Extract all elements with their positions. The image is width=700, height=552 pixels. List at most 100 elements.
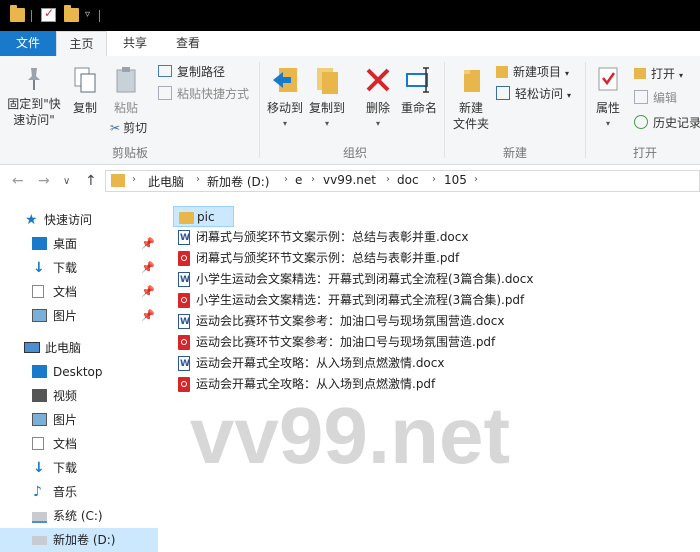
cut-button[interactable]: ✂ 剪切 xyxy=(110,119,147,137)
rename-button[interactable]: 重命名 xyxy=(398,64,440,116)
customize-dropdown-icon[interactable]: ▿ xyxy=(85,9,90,20)
file-name: 闭幕式与颁奖环节文案示例：总结与表彰并重.docx xyxy=(196,230,469,244)
nav-item-downloads[interactable]: ↓ 下载 📌 xyxy=(0,256,158,280)
nav-item-label: 新加卷 (D:) xyxy=(53,533,116,547)
properties-icon xyxy=(598,67,618,91)
open-icon xyxy=(634,68,646,79)
copy-to-dropdown-icon: ▾ xyxy=(324,119,329,128)
nav-item-label: 图片 xyxy=(53,309,78,323)
chevron-right-icon: › xyxy=(132,174,136,185)
pin-label: 固定到"快 xyxy=(7,97,61,111)
open-button[interactable]: 打开 ▾ xyxy=(634,65,683,83)
file-name: 小学生运动会文案精选：开幕式到闭幕式全流程(3篇合集).pdf xyxy=(196,293,525,307)
nav-item-drive-c[interactable]: 系统 (C:) xyxy=(0,504,158,528)
pin-icon: 📌 xyxy=(141,237,155,250)
clipboard-group-label: 剪贴板 xyxy=(111,146,148,160)
breadcrumb-drive-d[interactable]: 新加卷 (D:) xyxy=(207,173,269,190)
easy-access-button[interactable]: 轻松访问 ▾ xyxy=(496,85,571,103)
nav-item-label: 下载 xyxy=(53,261,78,275)
new-item-dropdown-icon: ▾ xyxy=(565,69,570,78)
navigation-pane: ★ 快速访问 桌面 📌 ↓ 下载 📌 文档 📌 图片 📌 此电脑 Desktop… xyxy=(0,198,158,552)
properties-button[interactable]: 属性 ▾ xyxy=(590,64,626,132)
nav-item-label: 桌面 xyxy=(53,237,78,251)
tab-view[interactable]: 查看 xyxy=(163,31,213,56)
delete-dropdown-icon: ▾ xyxy=(375,119,380,128)
copy-to-button[interactable]: 复制到 ▾ xyxy=(306,64,348,132)
pdf-icon xyxy=(178,293,190,308)
copy-to-label: 复制到 xyxy=(308,101,345,115)
folder-icon xyxy=(179,212,194,224)
nav-item-desktop-pc[interactable]: Desktop xyxy=(0,360,158,384)
pin-to-quick-access-button[interactable]: 固定到"快 速访问" xyxy=(4,66,64,128)
new-folder-quick-icon[interactable] xyxy=(64,5,79,22)
paste-button[interactable]: 粘贴 xyxy=(108,66,144,116)
paste-shortcut-label: 粘贴快捷方式 xyxy=(177,87,250,101)
chevron-right-icon: › xyxy=(474,174,478,185)
download-icon: ↓ xyxy=(33,260,45,276)
tab-file[interactable]: 文件 xyxy=(0,31,56,56)
breadcrumb-this-pc[interactable]: 此电脑 xyxy=(148,173,184,190)
move-to-button[interactable]: 移动到 ▾ xyxy=(264,64,306,132)
pictures-icon xyxy=(32,309,47,322)
breadcrumb-doc[interactable]: doc xyxy=(397,173,419,187)
breadcrumb-vv99[interactable]: vv99.net xyxy=(323,173,376,187)
rename-label: 重命名 xyxy=(400,101,437,115)
tab-home[interactable]: 主页 xyxy=(56,31,107,57)
nav-item-pictures[interactable]: 图片 📌 xyxy=(0,304,158,328)
nav-item-label: 系统 (C:) xyxy=(53,509,103,523)
address-box[interactable]: › 此电脑 › 新加卷 (D:) › e › vv99.net › doc › … xyxy=(105,170,700,192)
easy-access-label: 轻松访问 xyxy=(515,87,564,101)
chevron-right-icon: › xyxy=(386,174,390,185)
recent-locations-icon[interactable]: ∨ xyxy=(63,176,70,187)
nav-quick-access-label: 快速访问 xyxy=(44,213,93,227)
nav-item-documents[interactable]: 文档 📌 xyxy=(0,280,158,304)
new-item-button[interactable]: 新建项目 ▾ xyxy=(496,63,569,81)
history-button[interactable]: 历史记录 xyxy=(634,114,700,132)
nav-item-music[interactable]: ♪ 音乐 xyxy=(0,480,158,504)
navigation-bar: ← → ∨ ↑ › 此电脑 › 新加卷 (D:) › e › vv99.net … xyxy=(0,165,700,198)
back-icon[interactable]: ← xyxy=(12,173,24,189)
move-to-icon xyxy=(273,68,297,92)
easy-access-dropdown-icon: ▾ xyxy=(567,91,572,100)
list-item-folder[interactable]: pic xyxy=(173,206,234,227)
paste-icon xyxy=(116,67,136,93)
new-group-label: 新建 xyxy=(502,146,527,160)
properties-quick-icon[interactable] xyxy=(41,6,56,22)
paste-shortcut-button[interactable]: 粘贴快捷方式 xyxy=(158,85,249,103)
folder-icon xyxy=(10,5,25,22)
title-bar: ▿ xyxy=(0,0,700,31)
tab-share[interactable]: 共享 xyxy=(110,31,160,56)
delete-button[interactable]: 删除 ▾ xyxy=(358,64,398,132)
copy-path-label: 复制路径 xyxy=(177,65,226,79)
new-folder-label-2: 文件夹 xyxy=(452,117,489,131)
copy-path-button[interactable]: 复制路径 xyxy=(158,63,225,81)
watermark: vv99.net xyxy=(189,391,511,480)
file-name: 闭幕式与颁奖环节文案示例：总结与表彰并重.pdf xyxy=(196,251,460,265)
folder-icon xyxy=(111,174,125,187)
desktop-icon xyxy=(32,237,47,250)
nav-item-drive-d[interactable]: 新加卷 (D:) xyxy=(0,528,158,552)
paste-label: 粘贴 xyxy=(113,101,138,115)
paste-shortcut-icon xyxy=(158,86,172,100)
new-item-icon xyxy=(496,66,508,78)
word-document-icon xyxy=(178,228,190,249)
desktop-icon xyxy=(32,365,47,378)
chevron-right-icon: › xyxy=(311,174,315,185)
file-name: 运动会比赛环节文案参考：加油口号与现场氛围营造.docx xyxy=(196,314,505,328)
up-icon[interactable]: ↑ xyxy=(85,173,97,189)
history-label: 历史记录 xyxy=(653,116,700,130)
forward-icon[interactable]: → xyxy=(38,173,50,189)
new-folder-button[interactable]: 新建 文件夹 xyxy=(450,64,492,132)
nav-this-pc[interactable]: 此电脑 xyxy=(0,336,158,360)
nav-item-desktop[interactable]: 桌面 📌 xyxy=(0,232,158,256)
breadcrumb-e[interactable]: e xyxy=(295,173,302,187)
file-name: 运动会比赛环节文案参考：加油口号与现场氛围营造.pdf xyxy=(196,335,496,349)
nav-quick-access[interactable]: ★ 快速访问 xyxy=(0,208,158,232)
ribbon: 固定到"快 速访问" 复制 粘贴 复制路径 粘贴快捷方式 ✂ 剪切 剪贴板 移动到… xyxy=(0,56,700,165)
edit-icon xyxy=(634,90,648,104)
breadcrumb-105[interactable]: 105 xyxy=(444,173,467,187)
rename-icon xyxy=(406,67,429,93)
edit-button[interactable]: 编辑 xyxy=(634,89,677,107)
new-item-label: 新建项目 xyxy=(513,65,562,79)
copy-button[interactable]: 复制 xyxy=(67,66,103,116)
